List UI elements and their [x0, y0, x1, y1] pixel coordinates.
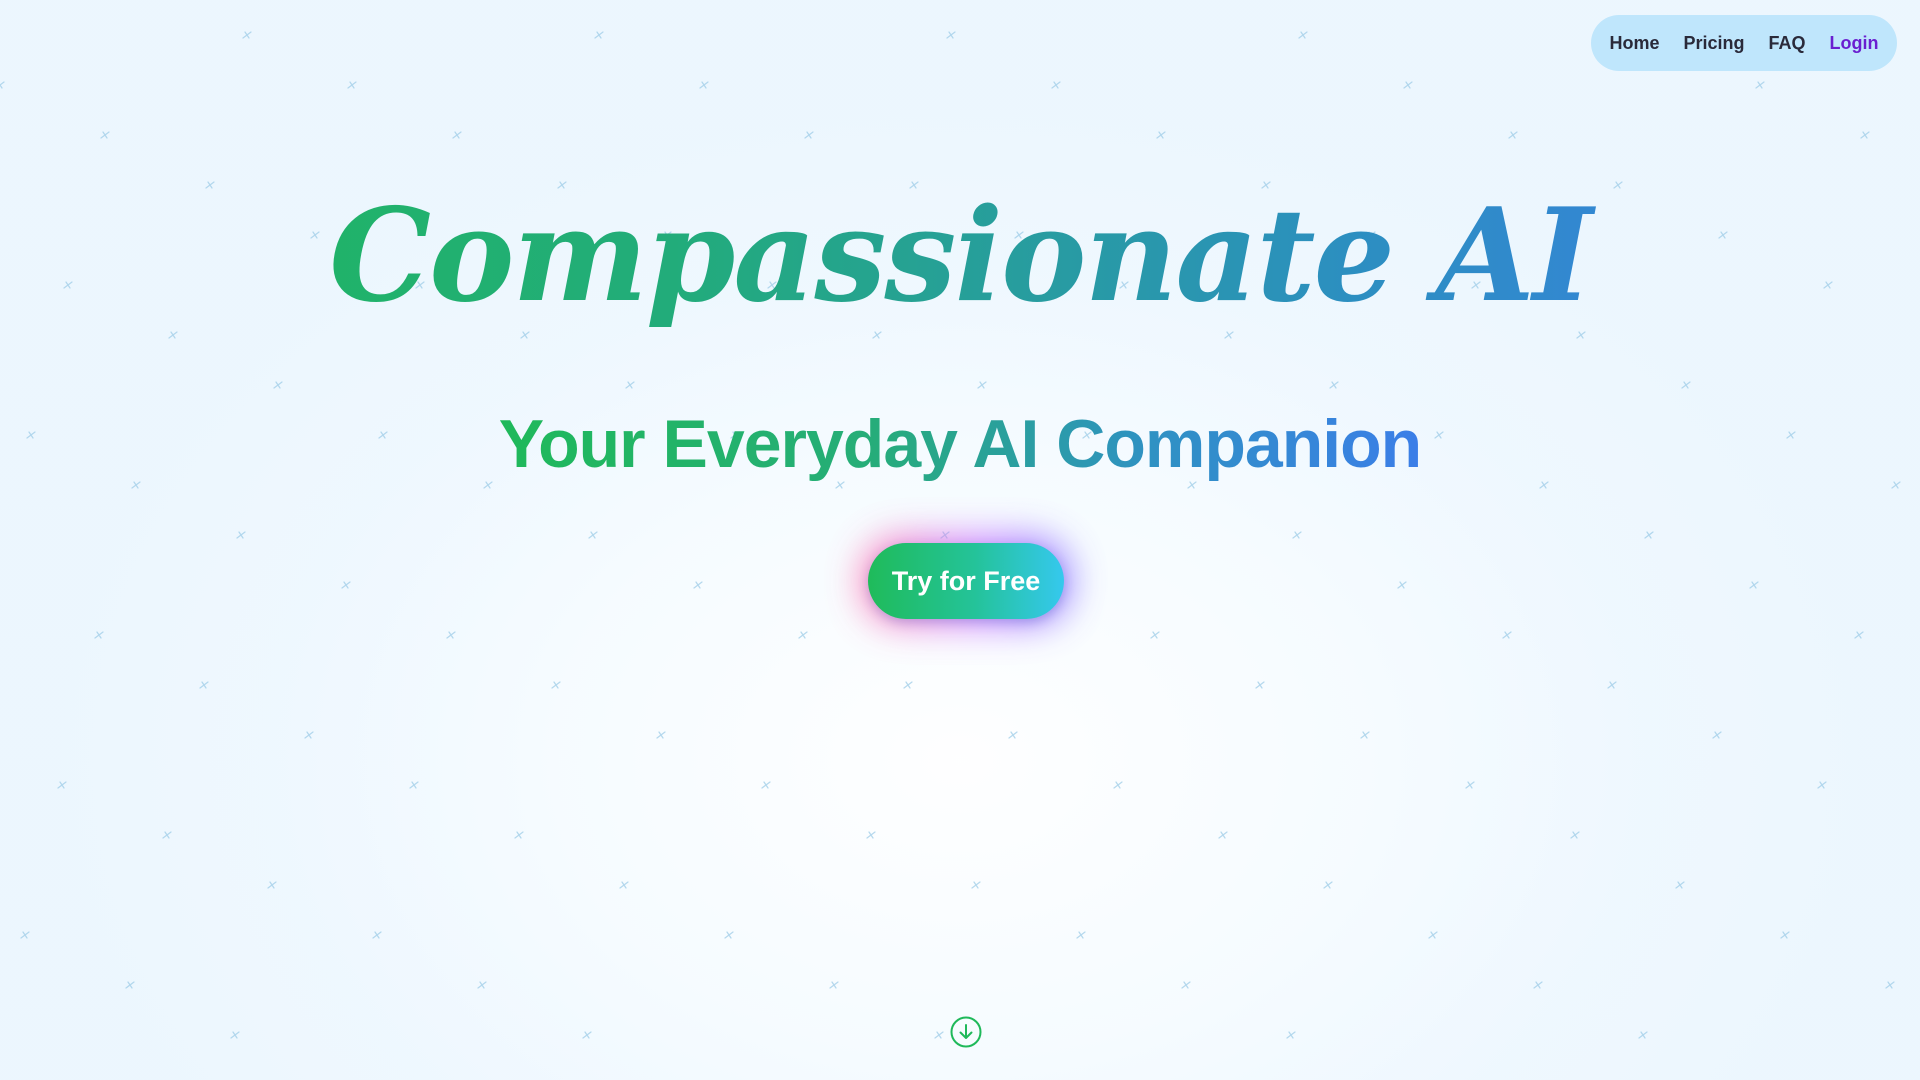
sparkle-icon: [1218, 831, 1228, 839]
sparkle-icon: [100, 131, 110, 139]
sparkle-icon: [946, 31, 956, 39]
sparkle-icon: [1051, 81, 1061, 89]
sparkle-icon: [1644, 531, 1654, 539]
sparkle-icon: [236, 531, 246, 539]
sparkle-icon: [230, 1031, 240, 1039]
try-for-free-button[interactable]: Try for Free: [868, 543, 1064, 619]
sparkle-icon: [1533, 981, 1543, 989]
sparkle-icon: [1150, 631, 1160, 639]
sparkle-icon: [20, 931, 30, 939]
hero-title: Compassionate AI: [0, 180, 1920, 334]
sparkle-icon: [94, 631, 104, 639]
sparkle-icon: [866, 831, 876, 839]
sparkle-icon: [273, 381, 283, 389]
sparkle-icon: [1570, 831, 1580, 839]
sparkle-icon: [1113, 781, 1123, 789]
sparkle-icon: [582, 1031, 592, 1039]
sparkle-icon: [1076, 931, 1086, 939]
sparkle-icon: [1298, 31, 1308, 39]
sparkle-icon: [1323, 881, 1333, 889]
sparkle-icon: [446, 631, 456, 639]
sparkle-icon: [267, 881, 277, 889]
sparkle-icon: [1780, 931, 1790, 939]
top-navigation: Home Pricing FAQ Login: [1591, 15, 1897, 71]
sparkle-icon: [1403, 81, 1413, 89]
sparkle-icon: [1817, 781, 1827, 789]
arrow-down-circle-icon[interactable]: [950, 1016, 982, 1048]
sparkle-icon: [1360, 731, 1370, 739]
sparkle-icon: [761, 781, 771, 789]
sparkle-icon: [1397, 581, 1407, 589]
nav-login-link[interactable]: Login: [1818, 33, 1891, 54]
sparkle-icon: [804, 131, 814, 139]
hero-subtitle-text: Your Everyday AI Companion: [498, 406, 1422, 482]
sparkle-icon: [1292, 531, 1302, 539]
sparkle-icon: [588, 531, 598, 539]
sparkle-icon: [971, 881, 981, 889]
sparkle-icon: [477, 981, 487, 989]
sparkle-icon: [619, 881, 629, 889]
sparkle-icon: [1681, 381, 1691, 389]
sparkle-icon: [693, 581, 703, 589]
sparkle-icon: [829, 981, 839, 989]
nav-pricing-link[interactable]: Pricing: [1672, 33, 1757, 54]
sparkle-icon: [514, 831, 524, 839]
sparkle-icon: [1607, 681, 1617, 689]
sparkle-icon: [199, 681, 209, 689]
sparkle-icon: [934, 1031, 944, 1039]
sparkle-icon: [341, 581, 351, 589]
sparkle-icon: [1286, 1031, 1296, 1039]
sparkle-icon: [1638, 1031, 1648, 1039]
sparkle-icon: [1712, 731, 1722, 739]
sparkle-icon: [1329, 381, 1339, 389]
sparkle-icon: [304, 731, 314, 739]
hero-subtitle: Your Everyday AI Companion: [0, 405, 1920, 483]
sparkle-icon: [1755, 81, 1765, 89]
sparkle-icon: [1885, 981, 1895, 989]
sparkle-icon: [699, 81, 709, 89]
sparkle-icon: [0, 81, 5, 89]
sparkle-icon: [1181, 981, 1191, 989]
sparkle-icon: [551, 681, 561, 689]
sparkle-icon: [1508, 131, 1518, 139]
sparkle-icon: [625, 381, 635, 389]
sparkle-icon: [656, 731, 666, 739]
sparkle-icon: [724, 931, 734, 939]
sparkle-icon: [162, 831, 172, 839]
sparkle-icon: [594, 31, 604, 39]
nav-faq-link[interactable]: FAQ: [1757, 33, 1818, 54]
sparkle-icon: [1502, 631, 1512, 639]
sparkle-icon: [1675, 881, 1685, 889]
sparkle-icon: [1008, 731, 1018, 739]
sparkle-icon: [903, 681, 913, 689]
sparkle-icon: [1255, 681, 1265, 689]
sparkle-icon: [798, 631, 808, 639]
sparkle-icon: [1860, 131, 1870, 139]
sparkle-icon: [57, 781, 67, 789]
sparkle-icon: [1749, 581, 1759, 589]
sparkle-icon: [372, 931, 382, 939]
sparkle-icon: [452, 131, 462, 139]
sparkle-icon: [1465, 781, 1475, 789]
sparkle-icon: [1428, 931, 1438, 939]
sparkle-icon: [347, 81, 357, 89]
sparkle-icon: [1854, 631, 1864, 639]
sparkle-icon: [242, 31, 252, 39]
sparkle-icon: [1156, 131, 1166, 139]
cta-container: Try for Free: [862, 537, 1070, 625]
sparkle-icon: [125, 981, 135, 989]
nav-home-link[interactable]: Home: [1597, 33, 1671, 54]
sparkle-icon: [977, 381, 987, 389]
sparkle-icon: [409, 781, 419, 789]
